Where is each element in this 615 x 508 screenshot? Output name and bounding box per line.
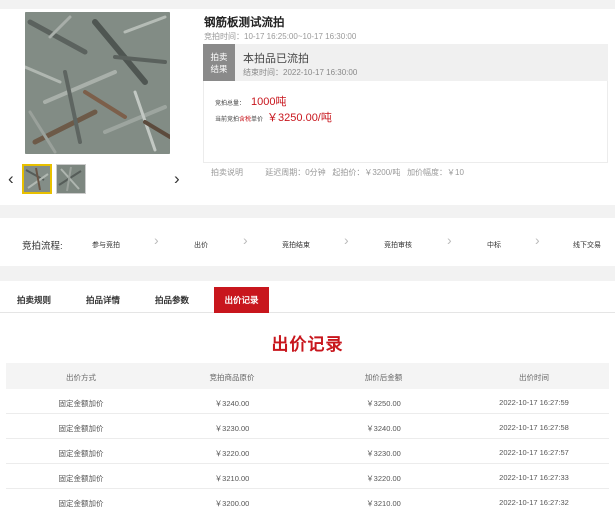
cell-original-price: ￥3200.00	[214, 499, 250, 508]
chevron-right-icon: ›	[344, 232, 349, 248]
process-label: 竞拍流程:	[22, 241, 63, 252]
table-row: 固定金额加价 ￥3210.00 ￥3220.00 2022-10-17 16:2…	[6, 464, 609, 489]
price-label-a: 当前竞拍	[215, 117, 240, 123]
cell-method: 固定金额加价	[58, 424, 104, 433]
product-title: 钢筋板测试流拍	[204, 17, 285, 29]
table-row: 固定金额加价 ￥3200.00 ￥3210.00 2022-10-17 16:2…	[6, 489, 609, 508]
cell-after-amount: ￥3250.00	[366, 399, 401, 408]
quantity-row: 竞拍总量： 1000吨	[215, 93, 287, 109]
cell-original-price: ￥3220.00	[214, 449, 250, 458]
auction-explain: 拍卖说明 延迟周期：0分钟 起拍价：￥3200/吨 加价幅度：￥10	[211, 167, 464, 178]
cell-after-amount: ￥3240.00	[366, 424, 401, 433]
explain-delay: 延迟周期：0分钟	[265, 168, 326, 177]
tab-params[interactable]: 拍品参数	[144, 287, 200, 313]
cell-original-price: ￥3240.00	[214, 399, 250, 408]
result-tag: 拍卖 结果	[203, 44, 235, 81]
tab-rules[interactable]: 拍卖规则	[6, 287, 62, 313]
cell-method: 固定金额加价	[58, 499, 104, 508]
header-after-amount: 加价后金额	[364, 373, 403, 382]
chevron-right-icon: ›	[447, 232, 452, 248]
cell-original-price: ￥3230.00	[214, 424, 250, 433]
cell-bid-time: 2022-10-17 16:27:33	[499, 473, 569, 482]
tab-bid-records[interactable]: 出价记录	[214, 287, 269, 313]
price-row: 当前竞拍含税单价 ￥3250.00/吨	[215, 109, 332, 125]
process-step-1: 参与竞拍	[92, 242, 120, 249]
explain-start-price: 起拍价：￥3200/吨	[332, 168, 401, 177]
process-step-6: 线下交易	[573, 242, 601, 249]
cell-original-price: ￥3210.00	[214, 474, 250, 483]
explain-label: 拍卖说明	[211, 168, 243, 177]
chevron-right-icon: ›	[154, 232, 159, 248]
header-bid-time: 出价时间	[519, 373, 549, 382]
result-tag-line2: 结果	[210, 64, 228, 74]
info-box: 竞拍总量： 1000吨 当前竞拍含税单价 ￥3250.00/吨	[203, 81, 608, 163]
table-row: 固定金额加价 ￥3230.00 ￥3240.00 2022-10-17 16:2…	[6, 414, 609, 439]
detail-tabs: 拍卖规则 拍品详情 拍品参数 出价记录	[0, 287, 615, 313]
cell-bid-time: 2022-10-17 16:27:57	[499, 448, 569, 457]
thumbnail-1[interactable]	[22, 164, 52, 194]
cell-bid-time: 2022-10-17 16:27:32	[499, 498, 569, 507]
process-step-5: 中标	[487, 242, 501, 249]
thumbnail-strip: ‹ ›	[0, 162, 200, 196]
detail-panel: 拍卖规则 拍品详情 拍品参数 出价记录 出价记录 出价方式 竞拍商品原价 加价后…	[0, 281, 615, 508]
records-title: 出价记录	[271, 335, 344, 354]
product-main-image	[25, 12, 170, 154]
end-time: 结束时间：2022-10-17 16:30:00	[243, 68, 358, 77]
table-row: 固定金额加价 ￥3240.00 ￥3250.00 2022-10-17 16:2…	[6, 389, 609, 414]
cell-after-amount: ￥3210.00	[366, 499, 401, 508]
product-panel: ‹ › 钢筋板测试流拍 竞拍时间：10-17 16:25:00~10-17 16…	[0, 9, 615, 205]
header-original-price: 竞拍商品原价	[209, 373, 255, 382]
tab-details[interactable]: 拍品详情	[75, 287, 131, 313]
process-step-2: 出价	[194, 242, 208, 249]
cell-method: 固定金额加价	[58, 399, 104, 408]
quantity-label: 竞拍总量：	[215, 101, 246, 107]
explain-step: 加价幅度：￥10	[407, 168, 464, 177]
cell-method: 固定金额加价	[58, 449, 104, 458]
cell-bid-time: 2022-10-17 16:27:59	[499, 398, 569, 407]
result-tag-line1: 拍卖	[210, 52, 228, 62]
next-arrow-icon[interactable]: ›	[174, 170, 180, 188]
price-label-tax: 含税	[239, 117, 252, 123]
cell-method: 固定金额加价	[58, 474, 104, 483]
prev-arrow-icon[interactable]: ‹	[8, 170, 14, 188]
process-step-3: 竞拍结束	[282, 242, 310, 249]
chevron-right-icon: ›	[535, 232, 540, 248]
table-row: 固定金额加价 ￥3220.00 ￥3230.00 2022-10-17 16:2…	[6, 439, 609, 464]
records-table-header: 出价方式 竞拍商品原价 加价后金额 出价时间	[6, 363, 609, 389]
result-box: 拍卖 结果 本拍品已流拍 结束时间：2022-10-17 16:30:00	[203, 44, 608, 81]
price-label-c: 单价	[251, 117, 264, 123]
price-value: ￥3250.00/吨	[267, 112, 332, 124]
result-text: 本拍品已流拍	[243, 53, 309, 65]
quantity-value: 1000吨	[251, 96, 287, 108]
cell-after-amount: ￥3230.00	[366, 449, 401, 458]
auction-time: 竞拍时间：10-17 16:25:00~10-17 16:30:00	[204, 32, 357, 41]
process-step-4: 竞拍审核	[384, 242, 412, 249]
auction-process: 竞拍流程: 参与竞拍 › 出价 › 竞拍结束 › 竞拍审核 › 中标 › 线下交…	[0, 218, 615, 266]
chevron-right-icon: ›	[243, 232, 248, 248]
cell-bid-time: 2022-10-17 16:27:58	[499, 423, 569, 432]
cell-after-amount: ￥3220.00	[366, 474, 401, 483]
thumbnail-2[interactable]	[56, 164, 86, 194]
header-bid-method: 出价方式	[66, 373, 96, 382]
